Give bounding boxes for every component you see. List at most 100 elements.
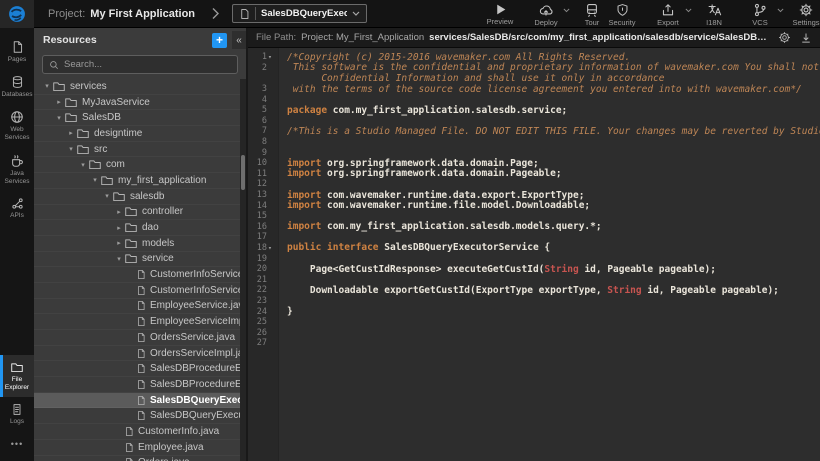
expand-node-icon[interactable]: ▸ [114, 224, 124, 232]
tree-file[interactable]: SalesDBQueryExecutorServiceImpl.java [34, 408, 246, 424]
tree-item-name: controller [142, 206, 183, 217]
wavemaker-logo[interactable] [0, 0, 34, 28]
line-number-value: 3 [262, 84, 267, 94]
tree-folder[interactable]: ▸MyJavaService [34, 95, 246, 111]
open-file-dropdown[interactable]: SalesDBQueryExecu... [232, 4, 367, 23]
rail-item-apis[interactable]: APIs [0, 191, 34, 225]
tree-scrollbar[interactable] [240, 79, 246, 461]
folder-icon [76, 143, 90, 156]
rail-item-file-explorer[interactable]: File Explorer [0, 355, 34, 397]
code-line-text: package com.my_first_application.salesdb… [278, 105, 567, 116]
preview-button[interactable]: Preview [485, 0, 515, 26]
tree-file[interactable]: SalesDBProcedureExecutorService.java [34, 361, 246, 377]
collapse-node-icon[interactable]: ▾ [90, 176, 100, 184]
tree-folder[interactable]: ▸dao [34, 220, 246, 236]
i18n-button[interactable]: I18N [699, 0, 729, 27]
code-token: /*Copyright (c) 2015-2016 wavemaker.com … [287, 52, 630, 63]
tree-file[interactable]: Orders.java [34, 456, 246, 461]
tree-file[interactable]: CustomerInfoServiceImpl.java [34, 283, 246, 299]
fold-toggle-icon[interactable]: ▾ [268, 244, 275, 252]
rail-item-java-services[interactable]: Java Services [0, 148, 34, 191]
download-file-button[interactable] [800, 32, 812, 44]
expand-node-icon[interactable]: ▸ [66, 129, 76, 137]
wavemaker-studio: Project: My First Application SalesDBQue… [0, 0, 820, 461]
deploy-button[interactable]: Deploy [531, 0, 561, 27]
expand-node-icon[interactable]: ▸ [114, 239, 124, 247]
tree-scrollbar-thumb[interactable] [241, 155, 245, 189]
tree-file[interactable]: CustomerInfo.java [34, 424, 246, 440]
folder-icon [124, 205, 138, 218]
rail-item-web-services[interactable]: Web Services [0, 104, 34, 147]
rail-item-databases[interactable]: Databases [0, 69, 34, 104]
tour-label: Tour [585, 18, 600, 27]
add-resource-button[interactable]: + [212, 33, 227, 48]
collapse-panel-button[interactable]: « [232, 31, 246, 49]
code-line-text: /*Copyright (c) 2015-2016 wavemaker.com … [278, 52, 630, 63]
rail-item-pages[interactable]: Pages [0, 34, 34, 69]
tree-file[interactable]: OrdersServiceImpl.java [34, 346, 246, 362]
tree-file[interactable]: SalesDBProcedureExecutorServiceImpl.java [34, 377, 246, 393]
tree-folder[interactable]: ▸designtime [34, 126, 246, 142]
rail-bottom-group: File ExplorerLogs••• [0, 355, 34, 461]
export-icon [661, 3, 675, 17]
collapse-node-icon[interactable]: ▾ [42, 82, 52, 90]
code-token: Downloadable exportGetCustId(ExportType … [287, 285, 607, 296]
collapse-node-icon[interactable]: ▾ [54, 114, 64, 122]
collapse-node-icon[interactable]: ▾ [102, 192, 112, 200]
tree-file[interactable]: SalesDBQueryExecutorService.java [34, 393, 246, 409]
file-icon [136, 285, 146, 296]
tree-folder[interactable]: ▾SalesDB [34, 110, 246, 126]
code-line: 21 [248, 274, 820, 285]
code-line: 4 [248, 94, 820, 105]
collapse-node-icon[interactable]: ▾ [78, 161, 88, 169]
code-area[interactable]: 1▾/*Copyright (c) 2015-2016 wavemaker.co… [248, 48, 820, 461]
line-number: 3 [248, 84, 278, 94]
security-button[interactable]: Security [607, 0, 637, 27]
tree-file[interactable]: CustomerInfoService.java [34, 267, 246, 283]
line-number-value: 4 [262, 95, 267, 105]
expand-node-icon[interactable]: ▸ [54, 98, 64, 106]
tab-divider [255, 7, 256, 20]
fold-toggle-icon[interactable]: ▾ [268, 53, 275, 61]
line-number: 17 [248, 232, 278, 242]
collapse-node-icon[interactable]: ▾ [114, 255, 124, 263]
expand-node-icon[interactable]: ▸ [114, 208, 124, 216]
more-options-button[interactable]: ••• [0, 431, 34, 457]
tree-folder[interactable]: ▸ controller [34, 205, 246, 221]
code-token: Confidential Information and shall use i… [287, 73, 665, 84]
tree-file[interactable]: EmployeeService.java [34, 299, 246, 315]
settings-button[interactable]: Settings [791, 0, 820, 27]
tree-file[interactable]: OrdersService.java [34, 330, 246, 346]
code-token: import [287, 158, 321, 169]
tree-folder[interactable]: ▸models [34, 236, 246, 252]
tree-folder[interactable]: ▾ src [34, 142, 246, 158]
vcs-button[interactable]: VCS [745, 0, 775, 27]
resources-title: Resources [43, 34, 97, 46]
tree-file[interactable]: EmployeeServiceImpl.java [34, 314, 246, 330]
tree-folder[interactable]: ▾salesdb [34, 189, 246, 205]
file-path-value: services/SalesDB/src/com/my_first_applic… [429, 32, 769, 43]
tree-item-name: my_first_application [118, 175, 206, 186]
export-button[interactable]: Export [653, 0, 683, 27]
tree-file[interactable]: Employee.java [34, 440, 246, 456]
tree-item-name: src [94, 144, 107, 155]
tour-button[interactable]: Tour [577, 0, 607, 27]
tree-folder[interactable]: ▾services [34, 79, 246, 95]
code-token: import [287, 200, 321, 211]
rail-item-logs[interactable]: Logs [0, 397, 34, 431]
rail-item-label: Pages [8, 56, 26, 64]
search-input[interactable] [64, 59, 231, 70]
file-icon [124, 426, 134, 437]
tree-item-name: Employee.java [138, 442, 204, 453]
file-icon [124, 442, 134, 453]
code-line-text: Downloadable exportGetCustId(ExportType … [278, 285, 779, 296]
collapse-node-icon[interactable]: ▾ [66, 145, 76, 153]
i18n-icon [707, 3, 722, 17]
vcs-label: VCS [752, 18, 767, 27]
tree-folder[interactable]: ▾ my_first_application [34, 173, 246, 189]
line-number: 9 [248, 148, 278, 158]
tree-folder[interactable]: ▾service [34, 252, 246, 268]
file-icon [136, 379, 146, 390]
editor-settings-button[interactable] [778, 31, 791, 44]
tree-folder[interactable]: ▾com [34, 157, 246, 173]
